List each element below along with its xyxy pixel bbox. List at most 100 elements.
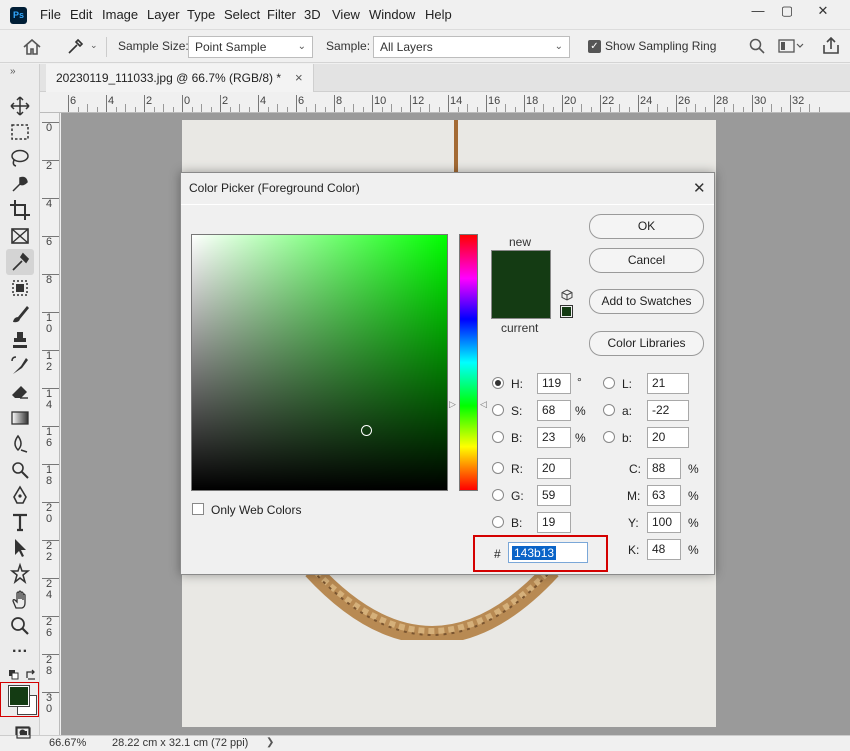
add-to-swatches-button[interactable]: Add to Swatches: [589, 289, 704, 314]
red-input[interactable]: 20: [537, 458, 571, 479]
close-tab-icon[interactable]: ×: [295, 70, 303, 85]
lab-a-radio[interactable]: [603, 404, 615, 416]
red-radio[interactable]: [492, 462, 504, 474]
path-selection-tool-icon[interactable]: [8, 536, 32, 560]
minimize-button[interactable]: —: [747, 3, 769, 19]
brightness-input[interactable]: 23: [537, 427, 571, 448]
cancel-button[interactable]: Cancel: [589, 248, 704, 273]
close-dialog-icon[interactable]: ✕: [693, 179, 706, 197]
hue-input[interactable]: 119: [537, 373, 571, 394]
type-tool-icon[interactable]: [8, 510, 32, 534]
hue-slider-left-arrow[interactable]: ▷: [449, 399, 456, 410]
more-tools-icon[interactable]: ···: [8, 640, 32, 664]
ok-button[interactable]: OK: [589, 214, 704, 239]
share-icon[interactable]: [822, 37, 840, 55]
hue-unit: °: [577, 375, 582, 389]
ruler-label: 8: [336, 95, 343, 107]
screen-mode-icon[interactable]: [16, 727, 32, 739]
menu-image[interactable]: Image: [102, 7, 138, 22]
eyedropper-tool-icon[interactable]: [8, 250, 32, 274]
menu-select[interactable]: Select: [224, 7, 260, 22]
show-sampling-ring-checkbox[interactable]: ✓: [588, 40, 601, 53]
menu-help[interactable]: Help: [425, 7, 452, 22]
lasso-tool-icon[interactable]: [8, 146, 32, 170]
ruler-tick-minor: [571, 107, 573, 112]
menu-file[interactable]: File: [40, 7, 61, 22]
status-menu-arrow[interactable]: ❯: [266, 737, 274, 748]
close-window-button[interactable]: ✕: [812, 3, 834, 19]
brush-tool-icon[interactable]: [8, 302, 32, 326]
hue-slider[interactable]: [459, 234, 478, 491]
default-colors-icon[interactable]: [9, 670, 19, 680]
move-tool-icon[interactable]: [8, 94, 32, 118]
cyan-input[interactable]: 88: [647, 458, 681, 479]
magenta-input[interactable]: 63: [647, 485, 681, 506]
only-web-colors-checkbox[interactable]: [192, 503, 204, 515]
lab-l-radio[interactable]: [603, 377, 615, 389]
web-safe-color-swatch[interactable]: [560, 305, 573, 318]
eraser-tool-icon[interactable]: [8, 380, 32, 404]
search-icon[interactable]: [749, 38, 765, 54]
current-label: current: [501, 321, 539, 335]
eyedropper-tool-preset-icon[interactable]: [66, 38, 84, 56]
brightness-radio[interactable]: [492, 431, 504, 443]
sample-select[interactable]: All Layers ⌄: [373, 36, 570, 58]
swap-colors-icon[interactable]: [25, 669, 37, 681]
pen-tool-icon[interactable]: [8, 484, 32, 508]
ruler-tick-minor: [153, 107, 155, 112]
menu-edit[interactable]: Edit: [70, 7, 92, 22]
yellow-input[interactable]: 100: [647, 512, 681, 533]
red-label: R:: [511, 462, 523, 476]
blue-input[interactable]: 19: [537, 512, 571, 533]
chevron-down-icon[interactable]: ⌄: [90, 40, 98, 51]
frame-tool-icon[interactable]: [8, 224, 32, 248]
collapse-panel-icon[interactable]: »: [10, 66, 16, 77]
ruler-label: 24: [640, 95, 653, 107]
history-brush-tool-icon[interactable]: [8, 354, 32, 378]
quick-selection-tool-icon[interactable]: [8, 172, 32, 196]
menu-window[interactable]: Window: [369, 7, 415, 22]
out-of-gamut-cube-icon[interactable]: [561, 289, 573, 301]
hand-tool-icon[interactable]: [8, 588, 32, 612]
lab-a-input[interactable]: -22: [647, 400, 689, 421]
zoom-level[interactable]: 66.67%: [49, 737, 86, 749]
color-field[interactable]: [191, 234, 448, 491]
marquee-tool-icon[interactable]: [8, 120, 32, 144]
blur-tool-icon[interactable]: [8, 432, 32, 456]
crop-tool-icon[interactable]: [8, 198, 32, 222]
color-libraries-button[interactable]: Color Libraries: [589, 331, 704, 356]
restore-button[interactable]: ▢: [776, 3, 798, 19]
hex-input[interactable]: 143b13: [508, 542, 588, 563]
sample-size-select[interactable]: Point Sample ⌄: [188, 36, 313, 58]
blue-radio[interactable]: [492, 516, 504, 528]
spot-healing-tool-icon[interactable]: [8, 276, 32, 300]
menu-type[interactable]: Type: [187, 7, 215, 22]
home-icon[interactable]: [23, 39, 41, 55]
saturation-radio[interactable]: [492, 404, 504, 416]
dodge-tool-icon[interactable]: [8, 458, 32, 482]
clone-stamp-tool-icon[interactable]: [8, 328, 32, 352]
saturation-input[interactable]: 68: [537, 400, 571, 421]
lab-a-label: a:: [622, 404, 633, 418]
menu-3d[interactable]: 3D: [304, 7, 321, 22]
green-radio[interactable]: [492, 489, 504, 501]
custom-shape-tool-icon[interactable]: [8, 562, 32, 586]
ruler-tick-minor: [438, 107, 440, 112]
hue-slider-right-arrow[interactable]: ◁: [480, 399, 487, 410]
menu-view[interactable]: View: [332, 7, 360, 22]
lab-b-input[interactable]: 20: [647, 427, 689, 448]
hue-radio[interactable]: [492, 377, 504, 389]
workspace-icon[interactable]: [778, 39, 804, 53]
black-input[interactable]: 48: [647, 539, 681, 560]
ruler-label: 2: [46, 160, 53, 172]
gradient-tool-icon[interactable]: [8, 406, 32, 430]
green-input[interactable]: 59: [537, 485, 571, 506]
ruler-tick-major: [220, 95, 221, 112]
zoom-tool-icon[interactable]: [8, 614, 32, 638]
color-field-cursor[interactable]: [361, 425, 372, 436]
document-tab[interactable]: 20230119_111033.jpg @ 66.7% (RGB/8) * ×: [46, 64, 314, 92]
menu-layer[interactable]: Layer: [147, 7, 180, 22]
menu-filter[interactable]: Filter: [267, 7, 296, 22]
lab-l-input[interactable]: 21: [647, 373, 689, 394]
lab-b-radio[interactable]: [603, 431, 615, 443]
